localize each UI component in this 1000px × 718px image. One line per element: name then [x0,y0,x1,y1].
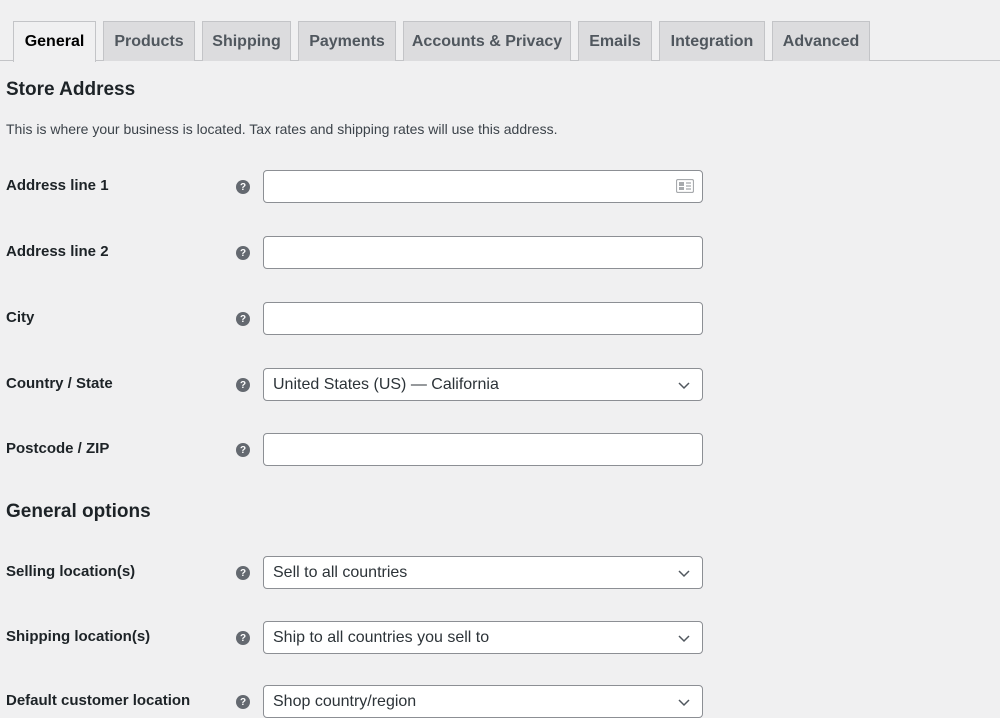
default-customer-location-value: Shop country/region [273,692,417,710]
store-address-description: This is where your business is located. … [6,121,558,137]
country-state-label: Country / State [6,375,113,392]
help-icon[interactable]: ? [236,246,250,260]
shipping-locations-value: Ship to all countries you sell to [273,628,490,646]
city-input[interactable] [263,302,703,335]
help-icon[interactable]: ? [236,443,250,457]
default-customer-location-select[interactable]: Shop country/region [263,685,703,718]
postcode-input[interactable] [263,433,703,466]
tab-accounts-privacy[interactable]: Accounts & Privacy [403,21,571,61]
chevron-down-icon [678,699,690,707]
tab-shipping[interactable]: Shipping [202,21,291,61]
address-line-1-input[interactable] [263,170,703,203]
section-title-store-address: Store Address [6,79,136,100]
tab-general[interactable]: General [13,21,96,62]
tab-advanced[interactable]: Advanced [772,21,870,61]
default-customer-location-label: Default customer location [6,692,191,709]
tab-label: Accounts & Privacy [411,32,563,50]
settings-tabs: General Products Shipping Payments Accou… [0,21,1000,62]
tab-emails[interactable]: Emails [578,21,652,61]
help-icon[interactable]: ? [236,180,250,194]
tab-products[interactable]: Products [103,21,195,61]
address-line-2-text[interactable] [273,237,702,268]
selling-locations-label: Selling location(s) [6,563,136,580]
help-icon[interactable]: ? [236,566,250,580]
help-icon[interactable]: ? [236,312,250,326]
tab-label: Shipping [212,32,281,50]
shipping-locations-label: Shipping location(s) [6,628,151,645]
chevron-down-icon [678,570,690,578]
tab-label: Products [114,32,184,50]
postcode-text[interactable] [273,434,702,465]
address-line-2-input[interactable] [263,236,703,269]
country-state-select[interactable]: United States (US) — California [263,368,703,401]
selling-locations-value: Sell to all countries [273,563,408,581]
tab-label: Integration [670,32,754,50]
tab-label: Emails [589,32,641,50]
address-line-1-text[interactable] [273,171,702,202]
help-icon[interactable]: ? [236,378,250,392]
selling-locations-select[interactable]: Sell to all countries [263,556,703,589]
contact-card-icon[interactable] [676,179,694,193]
postcode-label: Postcode / ZIP [6,440,110,457]
address-line-1-label: Address line 1 [6,177,109,194]
help-icon[interactable]: ? [236,695,250,709]
tab-label: Payments [309,32,385,50]
chevron-down-icon [678,635,690,643]
tab-integration[interactable]: Integration [659,21,765,61]
tab-label: General [24,33,85,50]
shipping-locations-select[interactable]: Ship to all countries you sell to [263,621,703,654]
tab-label: Advanced [782,32,860,50]
chevron-down-icon [678,382,690,390]
address-line-2-label: Address line 2 [6,243,109,260]
help-icon[interactable]: ? [236,631,250,645]
city-label: City [6,309,35,326]
country-state-value: United States (US) — California [273,375,499,393]
tab-payments[interactable]: Payments [298,21,396,61]
section-title-general-options: General options [6,501,151,522]
city-text[interactable] [273,303,702,334]
